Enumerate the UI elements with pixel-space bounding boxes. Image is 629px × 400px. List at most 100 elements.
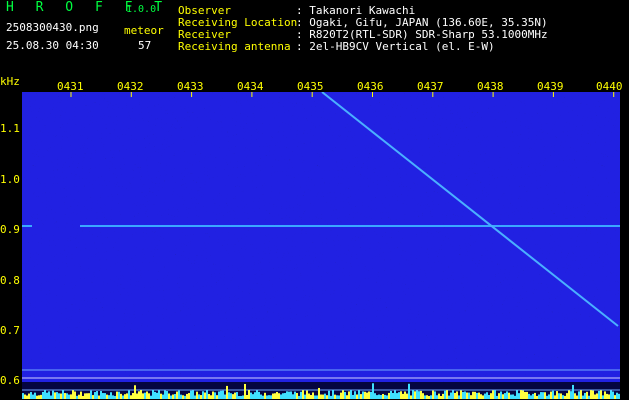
amplitude-bar bbox=[506, 391, 508, 399]
amplitude-bar bbox=[406, 393, 408, 399]
amplitude-bar bbox=[120, 393, 122, 399]
amplitude-bar bbox=[560, 393, 562, 399]
amplitude-bar bbox=[482, 395, 484, 399]
amplitude-bar bbox=[412, 390, 414, 399]
amplitude-bar bbox=[470, 395, 472, 399]
amplitude-bar bbox=[328, 390, 330, 399]
amplitude-bar bbox=[276, 391, 278, 399]
y-tick-label: 0.8 bbox=[0, 274, 20, 287]
amplitude-bar bbox=[78, 394, 80, 399]
amplitude-bar bbox=[366, 392, 368, 399]
amplitude-bar bbox=[200, 395, 202, 399]
amplitude-bar bbox=[432, 390, 434, 399]
amplitude-bar bbox=[126, 393, 128, 399]
amplitude-bar bbox=[242, 395, 244, 399]
amplitude-bar bbox=[340, 392, 342, 399]
amplitude-bar bbox=[138, 391, 140, 399]
amplitude-bar bbox=[438, 393, 440, 399]
amplitude-bar bbox=[26, 395, 28, 399]
amplitude-bar bbox=[316, 395, 318, 399]
amplitude-bar bbox=[602, 395, 604, 399]
amplitude-bar bbox=[212, 391, 214, 399]
amplitude-bar bbox=[544, 392, 546, 399]
amplitude-bar bbox=[40, 394, 42, 399]
amplitude-bar bbox=[326, 395, 328, 399]
amplitude-bar bbox=[66, 393, 68, 399]
amplitude-bar bbox=[314, 395, 316, 399]
amplitude-bar bbox=[480, 394, 482, 399]
amplitude-bar bbox=[180, 394, 182, 399]
amplitude-bar bbox=[136, 393, 138, 399]
amplitude-bar bbox=[476, 392, 478, 399]
amplitude-bar bbox=[390, 390, 392, 399]
amplitude-bar bbox=[68, 394, 70, 399]
amplitude-bar bbox=[112, 395, 114, 399]
y-axis-unit: kHz bbox=[0, 75, 20, 88]
amplitude-bar bbox=[42, 391, 44, 399]
amplitude-bar bbox=[286, 391, 288, 399]
amplitude-bar bbox=[536, 395, 538, 399]
amplitude-bar bbox=[226, 385, 228, 399]
amplitude-bar bbox=[554, 395, 556, 399]
amplitude-bar bbox=[162, 394, 164, 399]
amplitude-bar bbox=[300, 391, 302, 399]
amplitude-bar bbox=[468, 392, 470, 399]
amplitude-bar bbox=[190, 390, 192, 399]
amplitude-bar bbox=[92, 395, 94, 399]
amplitude-bar bbox=[538, 394, 540, 399]
amplitude-bar bbox=[534, 392, 536, 399]
amplitude-bar bbox=[268, 395, 270, 399]
amplitude-bar bbox=[182, 395, 184, 399]
amplitude-bar bbox=[80, 391, 82, 399]
amplitude-bar bbox=[548, 394, 550, 399]
amplitude-bar bbox=[336, 395, 338, 399]
amplitude-bar bbox=[472, 391, 474, 399]
amplitude-bar bbox=[524, 391, 526, 399]
amplitude-bar bbox=[158, 390, 160, 399]
amplitude-bar bbox=[108, 395, 110, 399]
amplitude-bar bbox=[228, 392, 230, 399]
amplitude-bar bbox=[48, 391, 50, 399]
antenna-label: Receiving antenna bbox=[178, 40, 291, 53]
amplitude-bar bbox=[400, 391, 402, 399]
amplitude-bar bbox=[424, 395, 426, 399]
amplitude-bar bbox=[550, 391, 552, 399]
image-filename: 2508300430.png bbox=[6, 21, 99, 34]
amplitude-bar bbox=[58, 393, 60, 399]
noise-floor bbox=[22, 92, 620, 382]
amplitude-bar bbox=[396, 393, 398, 399]
amplitude-bar bbox=[322, 394, 324, 399]
amplitude-bar bbox=[60, 393, 62, 399]
amplitude-bar bbox=[448, 395, 450, 399]
amplitude-bar bbox=[140, 390, 142, 399]
amplitude-bar bbox=[616, 392, 618, 399]
spectrogram-svg bbox=[22, 92, 620, 399]
amplitude-bar bbox=[454, 392, 456, 399]
amplitude-bar bbox=[166, 391, 168, 399]
amplitude-bar bbox=[586, 391, 588, 399]
amplitude-bar bbox=[252, 394, 254, 399]
amplitude-bar bbox=[546, 395, 548, 399]
amplitude-bar bbox=[444, 390, 446, 399]
amplitude-bar bbox=[578, 391, 580, 399]
amplitude-bar bbox=[332, 390, 334, 399]
amplitude-bar bbox=[54, 392, 56, 399]
amplitude-bar bbox=[262, 395, 264, 399]
amplitude-bar bbox=[298, 395, 300, 399]
amplitude-bar bbox=[70, 394, 72, 399]
amplitude-bar bbox=[32, 394, 34, 399]
amplitude-bar bbox=[82, 395, 84, 399]
amplitude-bar bbox=[372, 383, 374, 399]
amplitude-bar bbox=[352, 394, 354, 399]
amplitude-bar bbox=[486, 392, 488, 399]
amplitude-bar bbox=[152, 390, 154, 399]
amplitude-bar bbox=[232, 394, 234, 399]
amplitude-bar bbox=[188, 393, 190, 399]
amplitude-bar bbox=[348, 391, 350, 399]
meteor-label: meteor bbox=[124, 24, 164, 37]
amplitude-bar bbox=[500, 391, 502, 399]
amplitude-bar bbox=[208, 393, 210, 399]
amplitude-bar bbox=[220, 390, 222, 399]
amplitude-bar bbox=[382, 393, 384, 399]
amplitude-bar bbox=[184, 395, 186, 399]
